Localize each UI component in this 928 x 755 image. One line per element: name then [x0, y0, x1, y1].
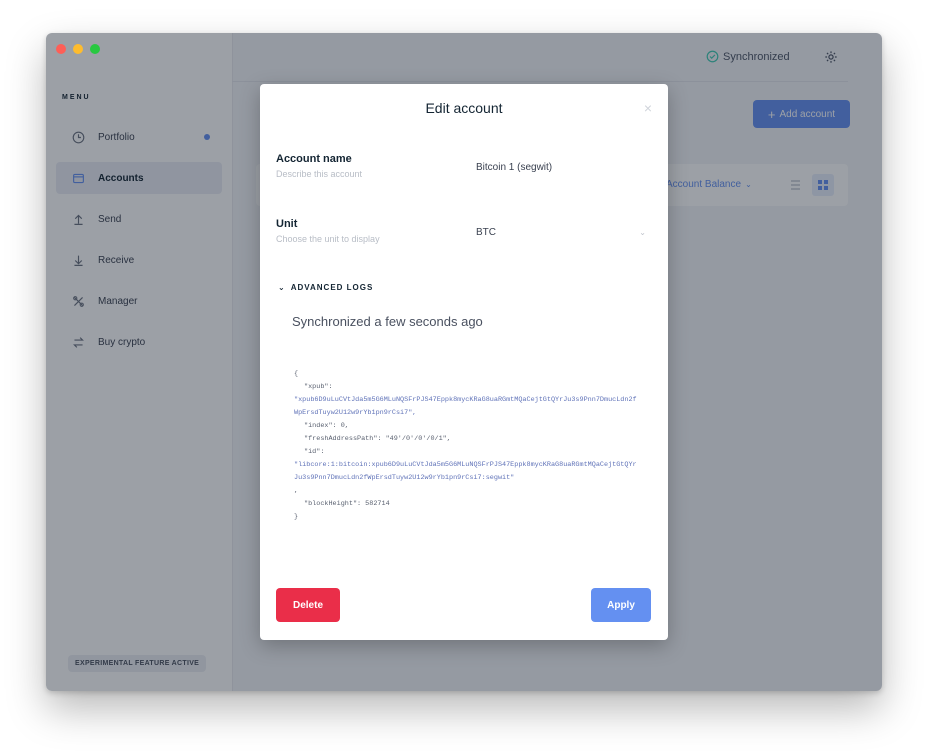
edit-account-modal: Edit account × Account name Describe thi… — [260, 84, 668, 640]
delete-button[interactable]: Delete — [276, 588, 340, 622]
unit-select[interactable]: BTC ⌄ — [476, 227, 646, 238]
account-name-description: Describe this account — [276, 169, 363, 179]
apply-button[interactable]: Apply — [591, 588, 651, 622]
log-line: } — [294, 513, 299, 521]
close-icon[interactable]: × — [644, 100, 652, 116]
modal-title: Edit account — [425, 100, 503, 116]
unit-label: Unit — [276, 218, 298, 230]
log-line: "xpub6D9uLuCVtJda5m5G6MLuNQSFrPJS47Eppk8… — [294, 396, 637, 417]
log-line: , — [294, 487, 299, 495]
advanced-logs-content: { "xpub": "xpub6D9uLuCVtJda5m5G6MLuNQSFrPJ… — [294, 368, 639, 524]
advanced-logs-label: ADVANCED LOGS — [290, 283, 374, 292]
account-name-input[interactable] — [476, 162, 636, 173]
log-line: { — [294, 370, 299, 378]
log-line: "xpub": — [304, 383, 333, 391]
account-name-label: Account name — [276, 153, 352, 165]
sync-text: Synchronized a few seconds ago — [292, 314, 483, 329]
log-line: "libcore:1:bitcoin:xpub6D9uLuCVtJda5m5G6… — [294, 461, 637, 482]
chevron-down-icon: ⌄ — [639, 228, 646, 237]
advanced-logs-toggle[interactable]: ⌄ ADVANCED LOGS — [278, 283, 373, 292]
unit-select-value: BTC — [476, 227, 496, 238]
log-line: "blockHeight": 582714 — [304, 500, 390, 508]
chevron-down-icon: ⌄ — [278, 283, 286, 292]
log-line: "id": — [304, 448, 325, 456]
unit-description: Choose the unit to display — [276, 234, 380, 244]
log-line: "index": 0, — [304, 422, 349, 430]
zoom-window-button[interactable] — [90, 44, 100, 54]
minimize-window-button[interactable] — [73, 44, 83, 54]
window-controls — [56, 44, 100, 54]
close-window-button[interactable] — [56, 44, 66, 54]
log-line: "freshAddressPath": "49'/0'/0'/0/1", — [304, 435, 451, 443]
